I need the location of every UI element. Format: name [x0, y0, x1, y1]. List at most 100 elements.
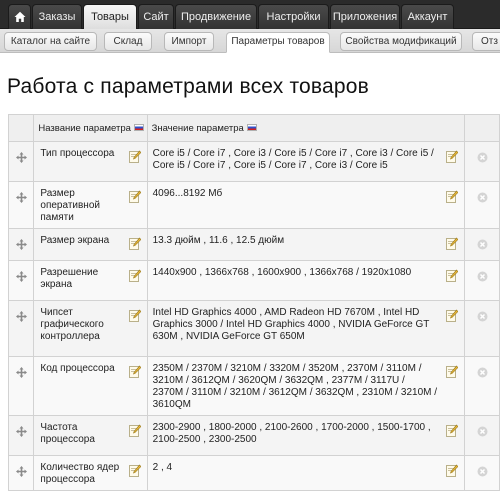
edit-icon[interactable] [446, 237, 459, 250]
param-name: Тип процессора [40, 148, 115, 159]
delete-icon[interactable] [477, 239, 488, 250]
param-value-cell: 2300-2900 , 1800-2000 , 2100-2600 , 1700… [146, 415, 466, 456]
delete-cell[interactable] [464, 141, 500, 182]
param-name-cell: Размер оперативной памяти [33, 181, 148, 229]
drag-column-header [7, 114, 35, 142]
delete-icon[interactable] [477, 192, 488, 203]
drag-cell[interactable] [7, 415, 35, 456]
subtab-warehouse[interactable]: Склад [104, 32, 152, 51]
table-row: Чипсет графического контроллера Intel HD … [7, 300, 500, 357]
tab-products[interactable]: Товары [83, 4, 137, 29]
drag-handle-icon[interactable] [15, 311, 27, 322]
subtab-product-params[interactable]: Параметры товаров [226, 32, 330, 53]
drag-handle-icon[interactable] [15, 239, 27, 250]
drag-cell[interactable] [7, 356, 35, 416]
param-name-cell: Разрешение экрана [33, 260, 148, 301]
delete-icon[interactable] [477, 271, 488, 282]
subtab-reviews[interactable]: Отз [472, 32, 500, 51]
param-value-cell: 4096...8192 Мб [146, 181, 466, 229]
delete-cell[interactable] [464, 228, 500, 261]
edit-icon[interactable] [446, 365, 459, 378]
delete-cell[interactable] [464, 181, 500, 229]
param-name: Частота процессора [40, 422, 95, 445]
edit-icon[interactable] [128, 237, 141, 250]
table-row: Тип процессора Core i5 / Core i7 , Core i… [7, 141, 500, 182]
drag-handle-icon[interactable] [15, 466, 27, 477]
param-value: Intel HD Graphics 4000 , AMD Radeon HD 7… [152, 307, 430, 342]
edit-icon[interactable] [128, 269, 141, 282]
table-row: Размер оперативной памяти 4096...8192 Мб [7, 181, 500, 229]
table-header-row: Название параметра Значение параметра [7, 114, 500, 142]
tab-promotion[interactable]: Продвижение [175, 4, 257, 29]
param-name-cell: Количество ядер процессора [33, 455, 148, 491]
edit-icon[interactable] [446, 150, 459, 163]
subtab-import[interactable]: Импорт [164, 32, 214, 51]
table-row: Частота процессора 2300-2900 , 1800-2000 … [7, 415, 500, 456]
delete-cell[interactable] [464, 455, 500, 491]
name-column-header: Название параметра [33, 114, 148, 142]
edit-icon[interactable] [446, 464, 459, 477]
param-name-cell: Код процессора [33, 356, 148, 416]
delete-column-header [464, 114, 500, 142]
delete-icon[interactable] [477, 152, 488, 163]
edit-icon[interactable] [446, 269, 459, 282]
delete-icon[interactable] [477, 426, 488, 437]
value-column-label: Значение параметра [151, 123, 244, 134]
ru-flag-icon [246, 124, 257, 131]
tab-orders[interactable]: Заказы [32, 4, 82, 29]
drag-handle-icon[interactable] [15, 271, 27, 282]
param-value: 2 , 4 [152, 462, 173, 473]
edit-icon[interactable] [128, 464, 141, 477]
delete-cell[interactable] [464, 300, 500, 357]
edit-icon[interactable] [128, 424, 141, 437]
drag-cell[interactable] [7, 141, 35, 182]
params-table: Название параметра Значение параметра Ти… [7, 114, 500, 491]
delete-cell[interactable] [464, 415, 500, 456]
drag-cell[interactable] [7, 260, 35, 301]
top-nav: Заказы Товары Сайт Продвижение Настройки… [0, 0, 500, 29]
delete-cell[interactable] [464, 356, 500, 416]
drag-cell[interactable] [7, 228, 35, 261]
table-row: Разрешение экрана 1440x900 , 1366x768 , 1… [7, 260, 500, 301]
delete-cell[interactable] [464, 260, 500, 301]
subtab-catalog[interactable]: Каталог на сайте [4, 32, 97, 51]
delete-icon[interactable] [477, 466, 488, 477]
param-name-cell: Частота процессора [33, 415, 148, 456]
drag-handle-icon[interactable] [15, 152, 27, 163]
value-column-header: Значение параметра [146, 114, 465, 142]
name-column-label: Название параметра [38, 123, 131, 134]
tab-apps[interactable]: Приложения [330, 4, 400, 29]
param-value: 1440x900 , 1366x768 , 1600x900 , 1366x76… [152, 267, 412, 278]
subtab-modification-props[interactable]: Свойства модификаций [340, 32, 462, 51]
delete-icon[interactable] [477, 367, 488, 378]
param-value-cell: 1440x900 , 1366x768 , 1600x900 , 1366x76… [146, 260, 466, 301]
edit-icon[interactable] [128, 365, 141, 378]
drag-cell[interactable] [7, 181, 35, 229]
edit-icon[interactable] [128, 309, 141, 322]
edit-icon[interactable] [446, 424, 459, 437]
param-name: Размер экрана [40, 235, 110, 246]
edit-icon[interactable] [446, 190, 459, 203]
param-value-cell: Core i5 / Core i7 , Core i3 / Core i5 / … [146, 141, 466, 182]
table-row: Код процессора 2350M / 2370M / 3210M / 33… [7, 356, 500, 416]
drag-cell[interactable] [7, 300, 35, 357]
drag-handle-icon[interactable] [15, 426, 27, 437]
tab-account[interactable]: Аккаунт [401, 4, 454, 29]
drag-cell[interactable] [7, 455, 35, 491]
param-value: 2300-2900 , 1800-2000 , 2100-2600 , 1700… [152, 422, 431, 445]
tab-settings[interactable]: Настройки [258, 4, 329, 29]
edit-icon[interactable] [128, 190, 141, 203]
home-tab[interactable] [8, 4, 31, 29]
param-value: Core i5 / Core i7 , Core i3 / Core i5 / … [152, 148, 434, 171]
edit-icon[interactable] [128, 150, 141, 163]
delete-icon[interactable] [477, 311, 488, 322]
param-name-cell: Чипсет графического контроллера [33, 300, 148, 357]
edit-icon[interactable] [446, 309, 459, 322]
param-name: Код процессора [40, 363, 115, 374]
page-title: Работа с параметрами всех товаров [7, 75, 370, 98]
drag-handle-icon[interactable] [15, 192, 27, 203]
tab-site[interactable]: Сайт [138, 4, 174, 29]
param-value-cell: 13.3 дюйм , 11.6 , 12.5 дюйм [146, 228, 466, 261]
drag-handle-icon[interactable] [15, 367, 27, 378]
param-name: Разрешение экрана [40, 267, 99, 290]
